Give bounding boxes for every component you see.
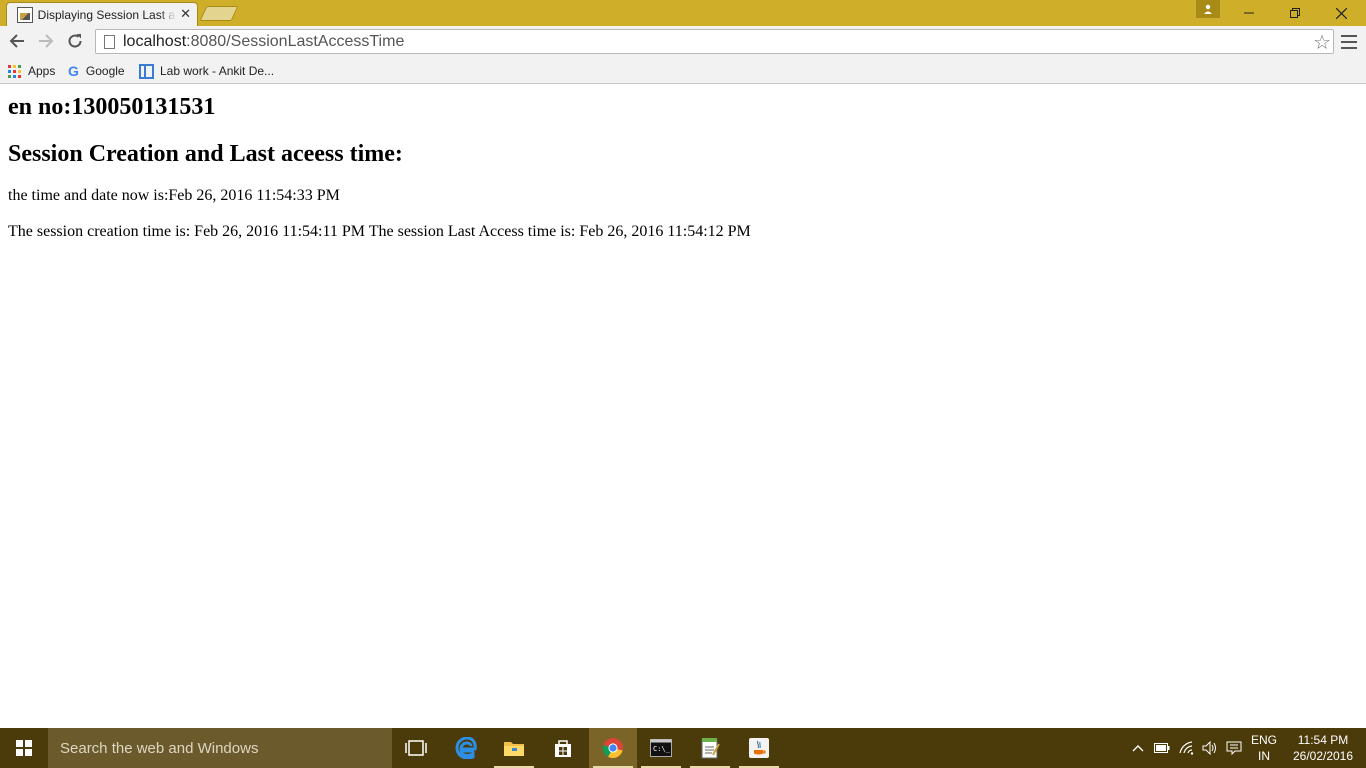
page-icon: [104, 34, 115, 49]
enrollment-heading: en no:130050131531: [8, 94, 216, 120]
bookmark-label: Google: [85, 64, 125, 78]
new-tab-button[interactable]: [199, 6, 239, 21]
java-icon[interactable]: [735, 728, 783, 768]
google-icon: G: [68, 63, 79, 79]
minimize-button[interactable]: [1226, 0, 1272, 26]
battery-icon[interactable]: [1152, 728, 1172, 768]
edge-icon[interactable]: [442, 728, 490, 768]
current-time-text: the time and date now is:Feb 26, 2016 11…: [8, 187, 340, 204]
store-icon[interactable]: [539, 728, 587, 768]
tab-title: Displaying Session Last access Time: [37, 7, 176, 22]
bookmark-label: Lab work - Ankit De...: [160, 64, 275, 78]
browser-toolbar: localhost:8080/SessionLastAccessTime ☆: [0, 26, 1366, 58]
reload-button[interactable]: [64, 30, 86, 52]
bookmark-apps[interactable]: Apps: [8, 61, 55, 81]
show-hidden-icons-icon[interactable]: [1128, 728, 1148, 768]
windows-logo-icon: [16, 740, 32, 756]
back-button[interactable]: [6, 30, 28, 52]
notifications-icon[interactable]: [1224, 728, 1244, 768]
bookmarks-bar: Apps G Google Lab work - Ankit De...: [0, 58, 1366, 84]
section-heading: Session Creation and Last aceess time:: [8, 141, 403, 167]
bookmark-lab-work[interactable]: Lab work - Ankit De...: [139, 61, 274, 81]
forward-button[interactable]: [35, 30, 57, 52]
taskbar-search-input[interactable]: Search the web and Windows: [48, 728, 392, 768]
bookmark-star-icon[interactable]: ☆: [1313, 31, 1331, 53]
file-explorer-icon[interactable]: [490, 728, 538, 768]
language-region: IN: [1258, 749, 1270, 763]
title-bar: Displaying Session Last access Time ✕: [0, 0, 1366, 26]
lab-work-icon: [139, 63, 154, 79]
cmd-icon[interactable]: C:\_: [637, 728, 685, 768]
tab-active[interactable]: Displaying Session Last access Time ✕: [6, 2, 198, 26]
taskbar: Search the web and Windows C:\_ ENG IN 1…: [0, 728, 1366, 768]
tab-close-icon[interactable]: ✕: [180, 7, 191, 22]
restore-button[interactable]: [1272, 0, 1318, 26]
svg-text:C:\_: C:\_: [653, 745, 671, 753]
notepad-icon[interactable]: [686, 728, 734, 768]
clock-date: 26/02/2016: [1292, 749, 1354, 763]
language-indicator[interactable]: ENG IN: [1246, 732, 1282, 764]
session-times-text: The session creation time is: Feb 26, 20…: [8, 223, 751, 240]
bookmark-google[interactable]: G Google: [68, 61, 125, 81]
address-bar[interactable]: localhost:8080/SessionLastAccessTime ☆: [95, 29, 1334, 54]
wifi-icon[interactable]: [1177, 728, 1197, 768]
bookmark-label: Apps: [28, 64, 56, 78]
profile-icon[interactable]: [1196, 0, 1220, 18]
language-code: ENG: [1250, 733, 1277, 747]
close-window-button[interactable]: [1318, 0, 1364, 26]
volume-icon[interactable]: [1200, 728, 1220, 768]
apps-grid-icon: [8, 64, 21, 78]
task-view-icon[interactable]: [392, 728, 440, 768]
page-content: en no:130050131531 Session Creation and …: [0, 85, 1366, 728]
tab-favicon-icon: [17, 6, 33, 23]
chrome-menu-icon[interactable]: [1341, 35, 1357, 49]
address-url: localhost:8080/SessionLastAccessTime: [123, 32, 405, 50]
start-button[interactable]: [0, 728, 48, 768]
clock[interactable]: 11:54 PM 26/02/2016: [1288, 732, 1358, 764]
clock-time: 11:54 PM: [1297, 733, 1349, 747]
chrome-icon[interactable]: [589, 728, 637, 768]
